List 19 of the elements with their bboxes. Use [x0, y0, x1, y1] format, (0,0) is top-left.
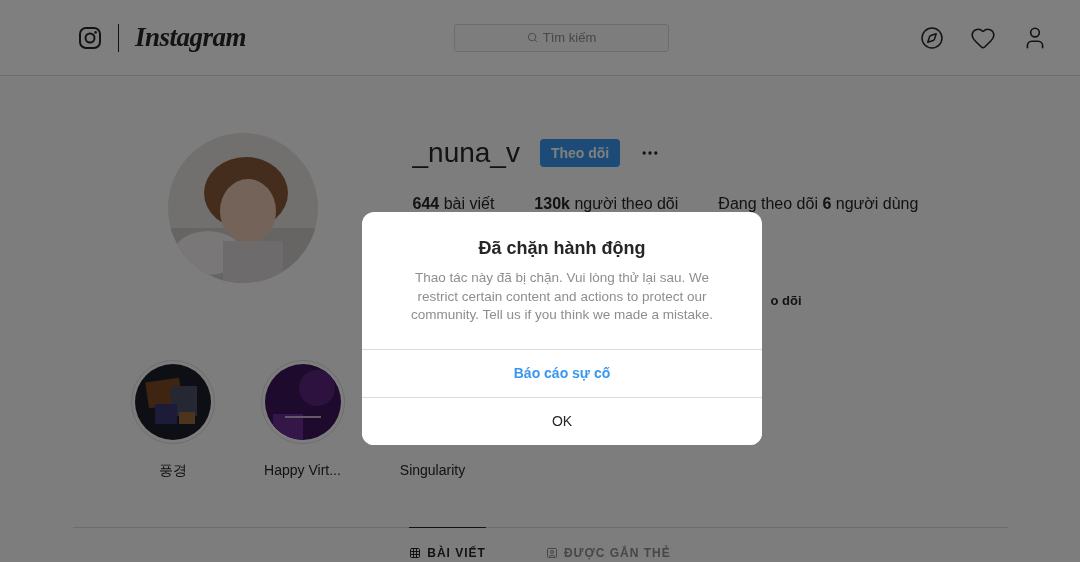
dialog-message: Thao tác này đã bị chặn. Vui lòng thử lại sau. We restrict certain content and actions to protect our community. Tell us if you think we made a mistake. — [410, 269, 714, 324]
tagged-person-icon — [545, 547, 558, 559]
profile-stat[interactable]: Đang theo dõi 6 người dùng — [718, 195, 919, 213]
dialog-title: Đã chặn hành động — [477, 238, 647, 259]
camera-icon — [78, 25, 102, 50]
grid-icon — [409, 547, 422, 559]
logo: Instagram — [135, 22, 247, 53]
ok-button[interactable]: OK — [362, 396, 762, 445]
profile-stat[interactable]: 644 bài viết — [412, 195, 495, 213]
highlight-label: Happy Virt... — [264, 462, 341, 478]
profile-stat[interactable]: 130k người theo dõi — [534, 195, 679, 213]
compass-icon[interactable] — [920, 25, 944, 50]
search-icon — [526, 32, 538, 43]
followed-by-text: o dõi — [770, 293, 803, 308]
profile-tab[interactable]: BÀI VIẾT — [409, 527, 486, 562]
follow-button[interactable]: Theo dõi — [539, 139, 621, 167]
highlight-label: Singularity — [399, 462, 466, 478]
username: _nuna_v — [412, 137, 520, 169]
highlight-label: 풍경 — [158, 462, 187, 480]
